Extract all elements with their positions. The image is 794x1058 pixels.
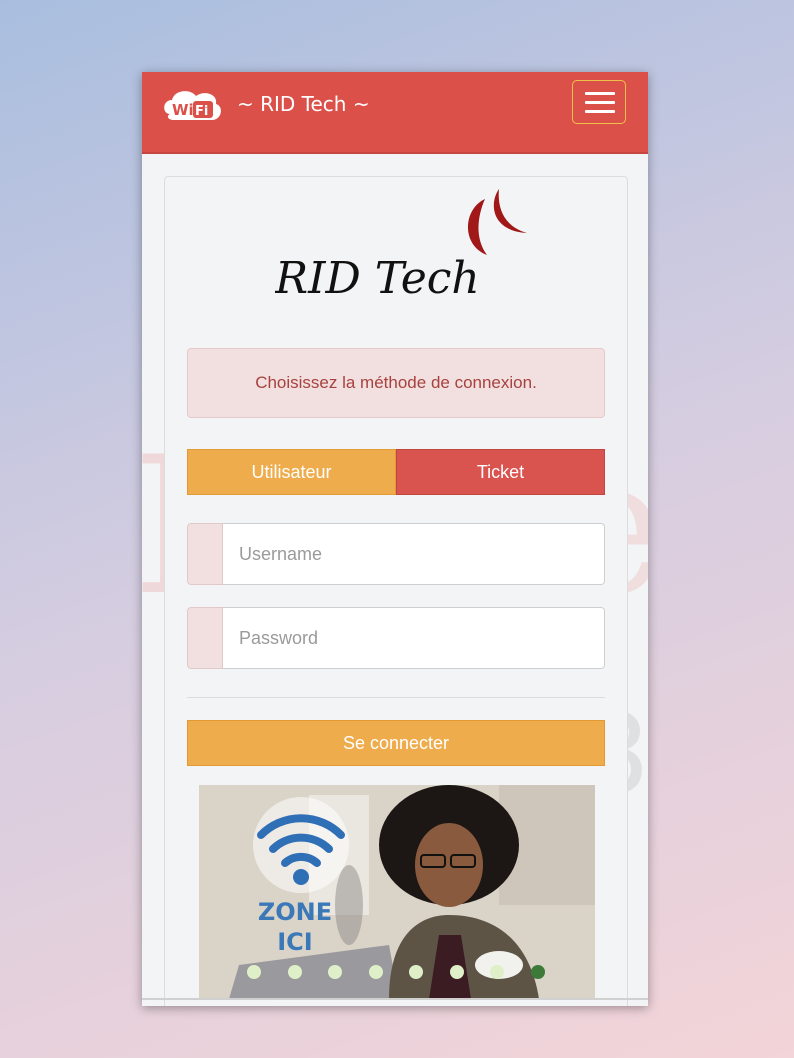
- login-method-tabs: Utilisateur Ticket: [187, 449, 605, 495]
- tab-ticket[interactable]: Ticket: [396, 449, 605, 495]
- password-group: [187, 607, 605, 669]
- phone-frame: D Te Wi-Fi 8 Wi Fi ~ RID Tech ~ RID Tech…: [142, 72, 648, 1006]
- username-input[interactable]: [223, 523, 605, 585]
- carousel-dot[interactable]: [287, 965, 302, 979]
- hamburger-line: [585, 110, 615, 113]
- svg-text:Wi: Wi: [172, 101, 194, 119]
- carousel-dot[interactable]: [247, 965, 261, 979]
- tab-utilisateur[interactable]: Utilisateur: [187, 449, 396, 495]
- carousel-dot[interactable]: [368, 965, 383, 979]
- connect-button[interactable]: Se connecter: [187, 720, 605, 766]
- zone-line1: ZONE: [257, 898, 333, 926]
- svg-text:Fi: Fi: [195, 104, 208, 119]
- logo-text: RID Tech: [275, 253, 480, 304]
- navbar: Wi Fi ~ RID Tech ~: [142, 72, 648, 154]
- rid-tech-logo: RID Tech: [275, 189, 527, 304]
- menu-toggle-button[interactable]: [572, 80, 626, 124]
- password-input[interactable]: [223, 607, 605, 669]
- zone-line2: ICI: [277, 928, 313, 956]
- hamburger-line: [585, 92, 615, 95]
- wifi-logo: Wi Fi: [164, 91, 221, 120]
- login-card: RID Tech Choisissez la méthode de connex…: [164, 176, 628, 1006]
- promo-carousel[interactable]: ZONE ICI: [199, 785, 595, 999]
- carousel-dot[interactable]: [449, 965, 464, 979]
- zone-label: ZONE ICI: [249, 897, 341, 957]
- carousel-dot[interactable]: [530, 965, 545, 979]
- carousel-dot[interactable]: [328, 965, 342, 979]
- divider: [187, 697, 605, 698]
- brand-title[interactable]: ~ RID Tech ~: [237, 92, 370, 116]
- hamburger-line: [585, 101, 615, 104]
- password-addon: [187, 607, 223, 669]
- alert-message: Choisissez la méthode de connexion.: [187, 348, 605, 418]
- bottom-border: [142, 998, 648, 1000]
- carousel-dot[interactable]: [409, 965, 423, 979]
- carousel-dot[interactable]: [490, 965, 504, 979]
- username-addon: [187, 523, 223, 585]
- username-group: [187, 523, 605, 585]
